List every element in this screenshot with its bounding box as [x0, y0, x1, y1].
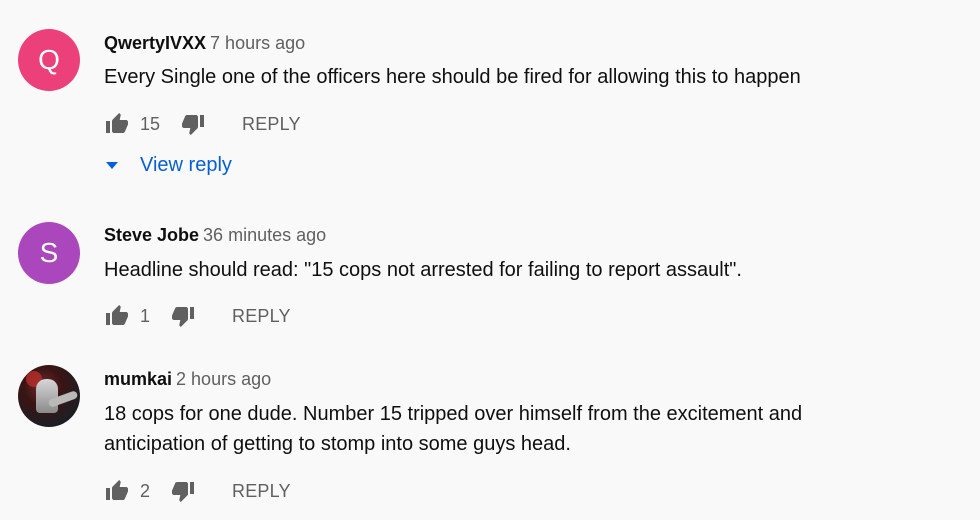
comment-text: 18 cops for one dude. Number 15 tripped … [104, 399, 964, 459]
comment-timestamp[interactable]: 2 hours ago [176, 369, 271, 389]
avatar[interactable]: Q [18, 29, 80, 91]
reply-button[interactable]: REPLY [242, 114, 301, 135]
thumb-up-icon[interactable] [104, 303, 130, 329]
comment-thread: Q QwertyIVXX 7 hours ago Every Single one… [0, 0, 980, 520]
thumb-down-icon[interactable] [180, 111, 206, 137]
thumb-up-icon[interactable] [104, 111, 130, 137]
thumb-down-icon[interactable] [170, 303, 196, 329]
author-name[interactable]: mumkai [104, 369, 172, 389]
comment-header: QwertyIVXX 7 hours ago [104, 32, 305, 54]
thumb-up-icon[interactable] [104, 478, 130, 504]
comment-text-line: anticipation of getting to stomp into so… [104, 433, 571, 455]
comment-header: mumkai 2 hours ago [104, 368, 271, 390]
comment-text: Headline should read: "15 cops not arres… [104, 259, 742, 281]
comment-timestamp[interactable]: 36 minutes ago [203, 225, 326, 245]
like-count: 1 [140, 305, 151, 326]
thumb-down-icon[interactable] [170, 478, 196, 504]
view-reply-button[interactable]: View reply [104, 154, 232, 177]
like-count: 2 [140, 480, 151, 501]
avatar[interactable] [18, 365, 80, 427]
avatar-letter: S [39, 237, 59, 268]
comment-timestamp[interactable]: 7 hours ago [210, 33, 305, 53]
comment-text: Every Single one of the officers here sh… [104, 66, 801, 88]
reply-button[interactable]: REPLY [232, 306, 291, 327]
caret-down-icon [106, 162, 118, 169]
avatar[interactable]: S [18, 222, 80, 284]
view-reply-label: View reply [140, 154, 232, 176]
author-name[interactable]: Steve Jobe [104, 225, 199, 245]
comment-text-line: 18 cops for one dude. Number 15 tripped … [104, 403, 803, 425]
comment-actions: 15 REPLY [104, 110, 301, 138]
like-count: 15 [140, 113, 161, 134]
author-name[interactable]: QwertyIVXX [104, 33, 206, 53]
avatar-letter: Q [38, 44, 60, 75]
comment-header: Steve Jobe 36 minutes ago [104, 224, 326, 246]
reply-button[interactable]: REPLY [232, 481, 291, 502]
avatar-photo-detail [36, 379, 58, 413]
comment-actions: 2 REPLY [104, 477, 291, 505]
comment-actions: 1 REPLY [104, 302, 291, 330]
